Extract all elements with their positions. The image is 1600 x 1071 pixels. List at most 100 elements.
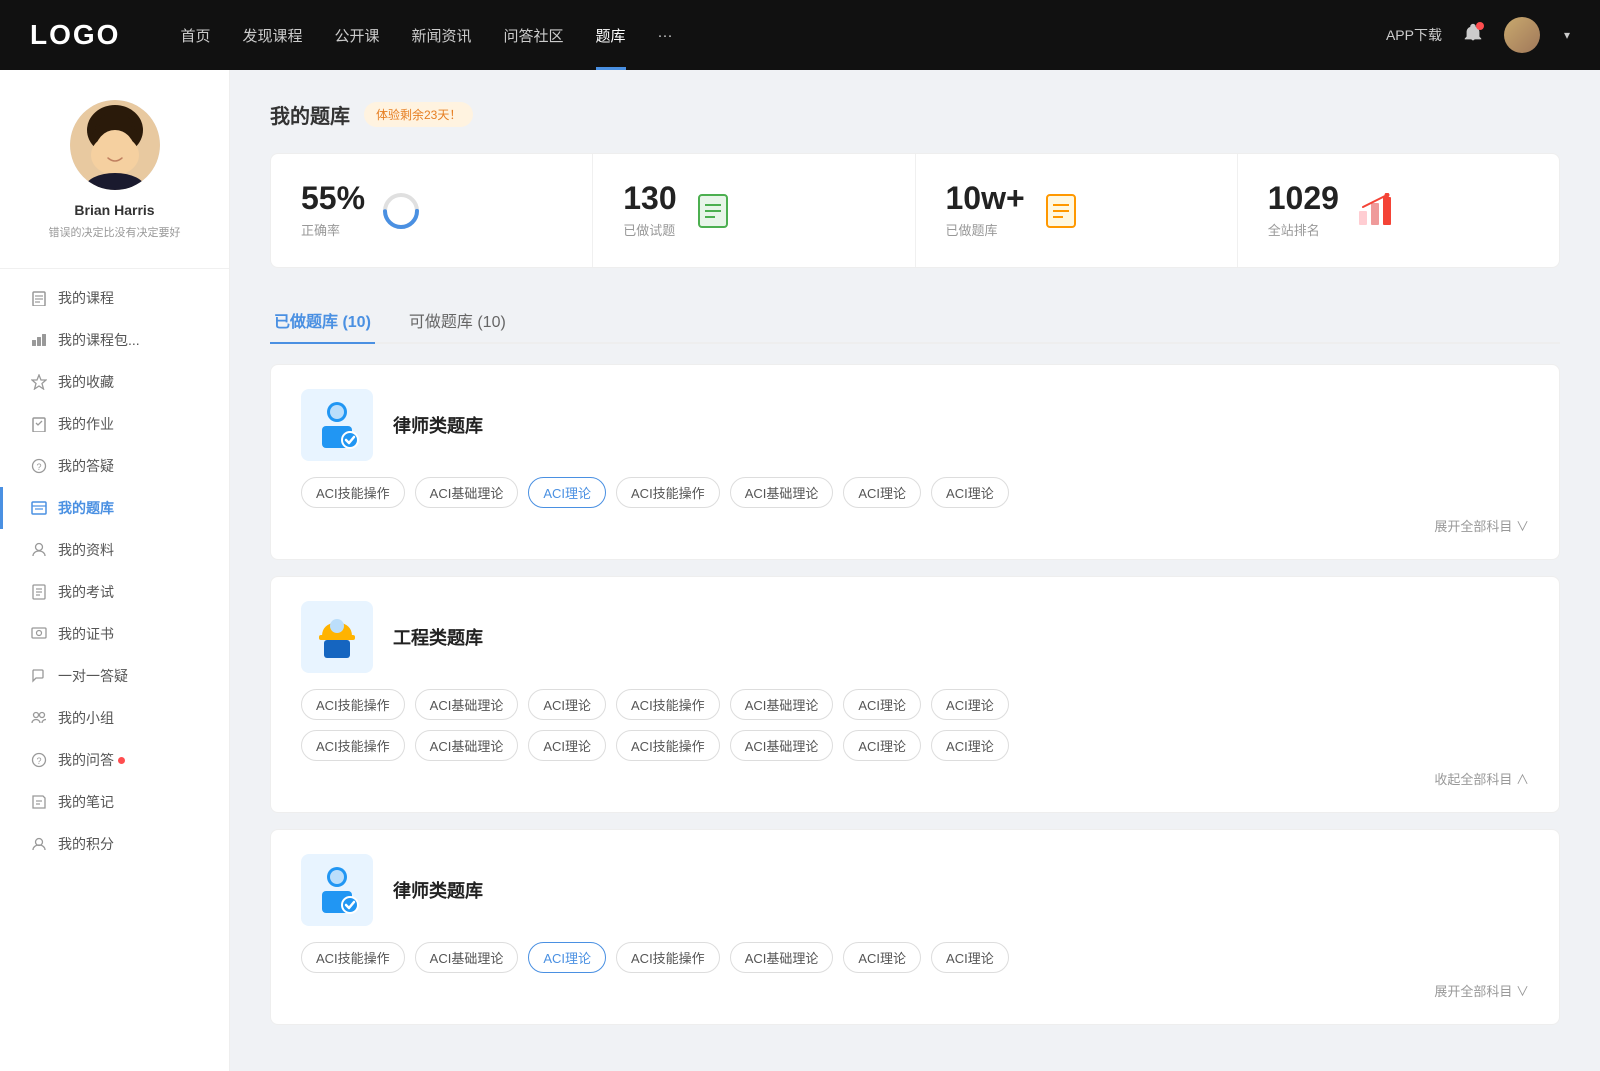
sidebar: Brian Harris 错误的决定比没有决定要好 我的课程 我的课程包... (0, 70, 230, 1071)
qbank-tags-lawyer-2: ACI技能操作 ACI基础理论 ACI理论 ACI技能操作 ACI基础理论 AC… (301, 942, 1529, 973)
tag-eng-2[interactable]: ACI理论 (528, 689, 606, 720)
sidebar-item-cert-label: 我的证书 (58, 624, 114, 644)
tag-eng-9[interactable]: ACI理论 (528, 730, 606, 761)
stat-done-questions-text: 130 已做试题 (623, 182, 676, 239)
sidebar-item-homework[interactable]: 我的作业 (0, 403, 229, 445)
sidebar-item-profile-label: 我的资料 (58, 540, 114, 560)
tag-eng-10[interactable]: ACI技能操作 (616, 730, 720, 761)
navbar-links: 首页 发现课程 公开课 新闻资讯 问答社区 题库 ··· (180, 25, 1386, 46)
sidebar-item-cert[interactable]: 我的证书 (0, 613, 229, 655)
nav-news[interactable]: 新闻资讯 (412, 25, 472, 46)
tab-available-banks[interactable]: 可做题库 (10) (405, 298, 510, 342)
qbank-icon (30, 499, 48, 517)
tag-eng-3[interactable]: ACI技能操作 (616, 689, 720, 720)
tag-eng-8[interactable]: ACI基础理论 (415, 730, 519, 761)
tag-lawyer1-3[interactable]: ACI技能操作 (616, 477, 720, 508)
tag-eng-0[interactable]: ACI技能操作 (301, 689, 405, 720)
tag-lawyer1-4[interactable]: ACI基础理论 (730, 477, 834, 508)
sidebar-item-qa[interactable]: ? 我的答疑 (0, 445, 229, 487)
page-wrapper: Brian Harris 错误的决定比没有决定要好 我的课程 我的课程包... (0, 70, 1600, 1071)
stat-done-questions-value: 130 (623, 182, 676, 214)
avatar[interactable] (1504, 17, 1540, 53)
nav-opencourse[interactable]: 公开课 (334, 25, 379, 46)
logo: LOGO (30, 19, 120, 51)
app-download-link[interactable]: APP下载 (1386, 25, 1442, 45)
exam-icon (30, 583, 48, 601)
star-icon (30, 373, 48, 391)
cert-icon (30, 625, 48, 643)
sidebar-item-my-qa-label: 我的问答 (58, 750, 114, 770)
nav-qa[interactable]: 问答社区 (504, 25, 564, 46)
tag-lawyer2-1[interactable]: ACI基础理论 (415, 942, 519, 973)
sidebar-item-one-on-one[interactable]: 一对一答疑 (0, 655, 229, 697)
stat-accuracy-value: 55% (301, 182, 365, 214)
qbank-card-lawyer-2: 律师类题库 ACI技能操作 ACI基础理论 ACI理论 ACI技能操作 ACI基… (270, 829, 1560, 1025)
sidebar-menu: 我的课程 我的课程包... 我的收藏 我的作业 (0, 277, 229, 865)
nav-home[interactable]: 首页 (180, 25, 210, 46)
tag-eng-7[interactable]: ACI技能操作 (301, 730, 405, 761)
my-qa-icon: ? (30, 751, 48, 769)
sidebar-item-favorites[interactable]: 我的收藏 (0, 361, 229, 403)
expand-lawyer-1[interactable]: 展开全部科目 ∨ (301, 516, 1529, 535)
sidebar-item-course-package[interactable]: 我的课程包... (0, 319, 229, 361)
nav-discover[interactable]: 发现课程 (242, 25, 302, 46)
notification-bell[interactable] (1462, 22, 1484, 49)
sidebar-item-notes[interactable]: 我的笔记 (0, 781, 229, 823)
navbar: LOGO 首页 发现课程 公开课 新闻资讯 问答社区 题库 ··· APP下载 … (0, 0, 1600, 70)
profile-name: Brian Harris (74, 202, 154, 218)
avatar-chevron-icon[interactable]: ▾ (1564, 28, 1570, 42)
expand-lawyer-2[interactable]: 展开全部科目 ∨ (301, 981, 1529, 1000)
sidebar-item-exam[interactable]: 我的考试 (0, 571, 229, 613)
tag-eng-4[interactable]: ACI基础理论 (730, 689, 834, 720)
tag-lawyer1-0[interactable]: ACI技能操作 (301, 477, 405, 508)
tag-eng-5[interactable]: ACI理论 (843, 689, 921, 720)
tag-eng-6[interactable]: ACI理论 (931, 689, 1009, 720)
tag-lawyer2-6[interactable]: ACI理论 (931, 942, 1009, 973)
sidebar-item-profile[interactable]: 我的资料 (0, 529, 229, 571)
qa-notification-dot (118, 757, 125, 764)
tag-lawyer1-6[interactable]: ACI理论 (931, 477, 1009, 508)
notes-icon (30, 793, 48, 811)
one-on-one-icon (30, 667, 48, 685)
stat-done-banks-text: 10w+ 已做题库 (946, 182, 1025, 239)
profile-avatar (70, 100, 160, 190)
sidebar-item-qbank[interactable]: 我的题库 (0, 487, 229, 529)
nav-more[interactable]: ··· (658, 27, 673, 44)
navbar-right: APP下载 ▾ (1386, 17, 1570, 53)
sidebar-divider (0, 268, 229, 269)
tag-lawyer2-5[interactable]: ACI理论 (843, 942, 921, 973)
tag-eng-1[interactable]: ACI基础理论 (415, 689, 519, 720)
sidebar-item-course-package-label: 我的课程包... (58, 330, 140, 350)
tag-eng-13[interactable]: ACI理论 (931, 730, 1009, 761)
tag-lawyer2-0[interactable]: ACI技能操作 (301, 942, 405, 973)
sidebar-item-homework-label: 我的作业 (58, 414, 114, 434)
sidebar-item-my-qa[interactable]: ? 我的问答 (0, 739, 229, 781)
tag-lawyer2-4[interactable]: ACI基础理论 (730, 942, 834, 973)
qbank-tags-engineer-row1: ACI技能操作 ACI基础理论 ACI理论 ACI技能操作 ACI基础理论 AC… (301, 689, 1529, 720)
svg-text:?: ? (36, 462, 41, 472)
sidebar-item-qa-label: 我的答疑 (58, 456, 114, 476)
page-title: 我的题库 (270, 100, 350, 129)
stat-rank-text: 1029 全站排名 (1268, 182, 1339, 239)
sidebar-item-group[interactable]: 我的小组 (0, 697, 229, 739)
tag-lawyer1-5[interactable]: ACI理论 (843, 477, 921, 508)
qbank-header-engineer: 工程类题库 (301, 601, 1529, 673)
qbank-card-engineer: 工程类题库 ACI技能操作 ACI基础理论 ACI理论 ACI技能操作 ACI基… (270, 576, 1560, 813)
tag-lawyer2-3[interactable]: ACI技能操作 (616, 942, 720, 973)
tag-eng-12[interactable]: ACI理论 (843, 730, 921, 761)
tab-done-banks[interactable]: 已做题库 (10) (270, 298, 375, 342)
trial-badge: 体验剩余23天！ (364, 102, 473, 127)
sidebar-item-points[interactable]: 我的积分 (0, 823, 229, 865)
stat-done-banks-label: 已做题库 (946, 220, 1025, 239)
tag-lawyer1-1[interactable]: ACI基础理论 (415, 477, 519, 508)
tag-lawyer1-2[interactable]: ACI理论 (528, 477, 606, 508)
nav-qbank[interactable]: 题库 (596, 25, 626, 46)
rank-chart-icon (1355, 191, 1395, 231)
collapse-engineer[interactable]: 收起全部科目 ∧ (301, 769, 1529, 788)
sidebar-item-my-course[interactable]: 我的课程 (0, 277, 229, 319)
accuracy-pie-icon (381, 191, 421, 231)
tag-lawyer2-2[interactable]: ACI理论 (528, 942, 606, 973)
page-header: 我的题库 体验剩余23天！ (270, 100, 1560, 129)
sidebar-item-group-label: 我的小组 (58, 708, 114, 728)
tag-eng-11[interactable]: ACI基础理论 (730, 730, 834, 761)
